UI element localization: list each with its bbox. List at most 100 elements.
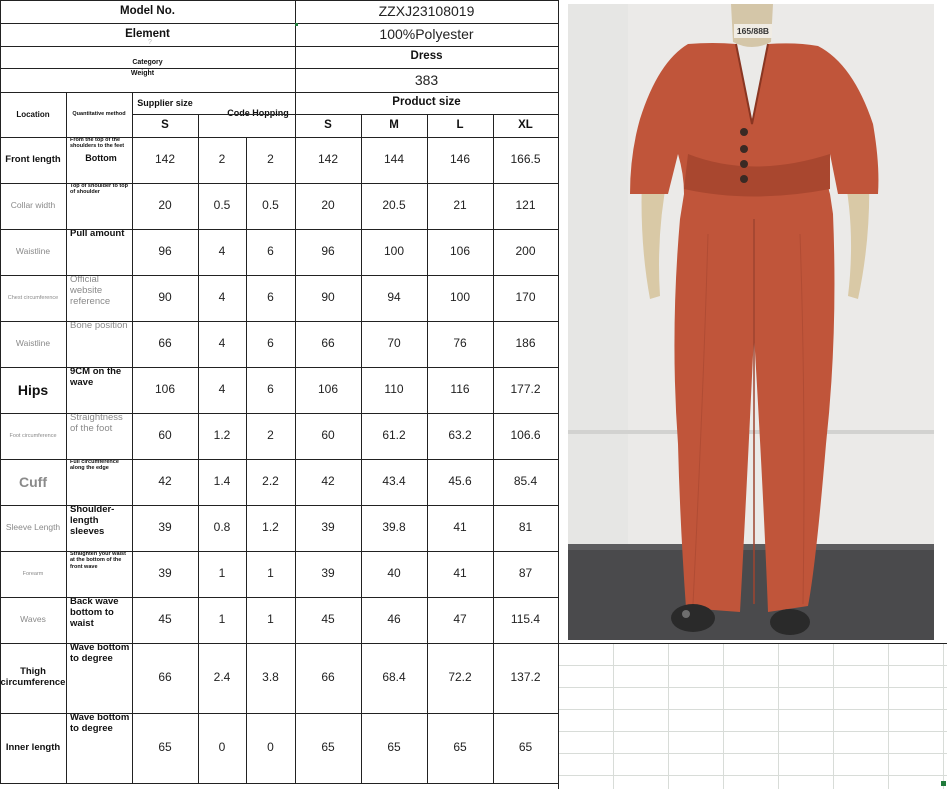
- location-cell[interactable]: Waistline: [0, 229, 66, 275]
- product-xl-cell[interactable]: 121: [493, 183, 558, 229]
- product-l-cell[interactable]: 72.2: [427, 643, 493, 713]
- product-s-cell[interactable]: 60: [295, 413, 361, 459]
- code-hop-2-cell[interactable]: 1.2: [246, 505, 295, 551]
- product-s-cell[interactable]: 66: [295, 643, 361, 713]
- supplier-s-cell[interactable]: 60: [132, 413, 198, 459]
- location-cell[interactable]: Cuff: [0, 459, 66, 505]
- product-m-cell[interactable]: 68.4: [361, 643, 427, 713]
- code-hop-1-cell[interactable]: 2: [198, 137, 246, 183]
- product-s-cell[interactable]: 65: [295, 713, 361, 783]
- product-l-cell[interactable]: 146: [427, 137, 493, 183]
- method-cell[interactable]: From the top of the shoulders to the fee…: [66, 137, 132, 183]
- product-m-cell[interactable]: 110: [361, 367, 427, 413]
- product-s-cell[interactable]: 20: [295, 183, 361, 229]
- code-hop-2-cell[interactable]: 6: [246, 229, 295, 275]
- product-s-cell[interactable]: 90: [295, 275, 361, 321]
- code-hop-2-cell[interactable]: 1: [246, 597, 295, 643]
- code-hop-2-cell[interactable]: 0: [246, 713, 295, 783]
- code-hop-1-cell[interactable]: 4: [198, 275, 246, 321]
- product-m-cell[interactable]: 70: [361, 321, 427, 367]
- code-hop-2-cell[interactable]: 3.8: [246, 643, 295, 713]
- product-l-cell[interactable]: 100: [427, 275, 493, 321]
- product-m-cell[interactable]: 65: [361, 713, 427, 783]
- product-xl-cell[interactable]: 87: [493, 551, 558, 597]
- method-cell[interactable]: Bone position: [66, 321, 132, 367]
- code-hop-1-cell[interactable]: 0: [198, 713, 246, 783]
- location-cell[interactable]: Foot circumference: [0, 413, 66, 459]
- location-cell[interactable]: Hips: [0, 367, 66, 413]
- product-s-cell[interactable]: 42: [295, 459, 361, 505]
- code-hop-1-cell[interactable]: 1.2: [198, 413, 246, 459]
- product-s-cell[interactable]: 96: [295, 229, 361, 275]
- code-hop-2-cell[interactable]: 1: [246, 551, 295, 597]
- code-hop-1-cell[interactable]: 1: [198, 597, 246, 643]
- code-hop-1-cell[interactable]: 0.5: [198, 183, 246, 229]
- product-l-cell[interactable]: 63.2: [427, 413, 493, 459]
- supplier-s-cell[interactable]: 39: [132, 551, 198, 597]
- supplier-s-cell[interactable]: 66: [132, 643, 198, 713]
- product-m-cell[interactable]: 46: [361, 597, 427, 643]
- supplier-s-cell[interactable]: 96: [132, 229, 198, 275]
- product-xl-cell[interactable]: 200: [493, 229, 558, 275]
- method-cell[interactable]: Top of shoulder to top of shoulder: [66, 183, 132, 229]
- code-hop-2-cell[interactable]: 6: [246, 367, 295, 413]
- product-xl-cell[interactable]: 85.4: [493, 459, 558, 505]
- code-hop-1-cell[interactable]: 1: [198, 551, 246, 597]
- method-cell[interactable]: Straightness of the foot: [66, 413, 132, 459]
- product-s-cell[interactable]: 45: [295, 597, 361, 643]
- code-hop-2-cell[interactable]: 2: [246, 413, 295, 459]
- product-l-cell[interactable]: 65: [427, 713, 493, 783]
- product-s-cell[interactable]: 39: [295, 551, 361, 597]
- method-cell[interactable]: Wave bottom to degree: [66, 643, 132, 713]
- code-hop-1-cell[interactable]: 2.4: [198, 643, 246, 713]
- element-value[interactable]: 100%Polyester: [295, 23, 558, 46]
- product-l-cell[interactable]: 41: [427, 551, 493, 597]
- product-xl-cell[interactable]: 186: [493, 321, 558, 367]
- product-l-cell[interactable]: 41: [427, 505, 493, 551]
- code-hop-1-cell[interactable]: 0.8: [198, 505, 246, 551]
- supplier-s-cell[interactable]: 90: [132, 275, 198, 321]
- code-hop-2-cell[interactable]: 2.2: [246, 459, 295, 505]
- product-m-cell[interactable]: 61.2: [361, 413, 427, 459]
- product-m-cell[interactable]: 39.8: [361, 505, 427, 551]
- location-cell[interactable]: Waves: [0, 597, 66, 643]
- supplier-s-cell[interactable]: 42: [132, 459, 198, 505]
- method-cell[interactable]: Pull amount: [66, 229, 132, 275]
- product-m-cell[interactable]: 43.4: [361, 459, 427, 505]
- product-m-cell[interactable]: 40: [361, 551, 427, 597]
- supplier-s-cell[interactable]: 106: [132, 367, 198, 413]
- code-hop-2-cell[interactable]: 6: [246, 321, 295, 367]
- product-l-cell[interactable]: 116: [427, 367, 493, 413]
- product-m-cell[interactable]: 94: [361, 275, 427, 321]
- method-cell[interactable]: Back wave bottom to waist: [66, 597, 132, 643]
- code-hop-1-cell[interactable]: 4: [198, 229, 246, 275]
- product-m-cell[interactable]: 100: [361, 229, 427, 275]
- product-l-cell[interactable]: 76: [427, 321, 493, 367]
- product-xl-cell[interactable]: 65: [493, 713, 558, 783]
- product-xl-cell[interactable]: 177.2: [493, 367, 558, 413]
- method-cell[interactable]: Wave bottom to degree: [66, 713, 132, 783]
- location-cell[interactable]: Forearm: [0, 551, 66, 597]
- supplier-s-cell[interactable]: 66: [132, 321, 198, 367]
- supplier-s-cell[interactable]: 65: [132, 713, 198, 783]
- product-l-cell[interactable]: 45.6: [427, 459, 493, 505]
- location-cell[interactable]: Sleeve Length: [0, 505, 66, 551]
- location-cell[interactable]: Inner length: [0, 713, 66, 783]
- location-cell[interactable]: Thigh circumference: [0, 643, 66, 713]
- model-value[interactable]: ZZXJ23108019: [295, 0, 558, 23]
- product-l-cell[interactable]: 47: [427, 597, 493, 643]
- supplier-s-cell[interactable]: 142: [132, 137, 198, 183]
- code-hop-2-cell[interactable]: 2: [246, 137, 295, 183]
- location-cell[interactable]: Waistline: [0, 321, 66, 367]
- supplier-s-cell[interactable]: 45: [132, 597, 198, 643]
- code-hop-2-cell[interactable]: 6: [246, 275, 295, 321]
- product-s-cell[interactable]: 106: [295, 367, 361, 413]
- product-xl-cell[interactable]: 170: [493, 275, 558, 321]
- product-s-cell[interactable]: 142: [295, 137, 361, 183]
- code-hop-1-cell[interactable]: 4: [198, 321, 246, 367]
- code-hop-1-cell[interactable]: 1.4: [198, 459, 246, 505]
- product-xl-cell[interactable]: 81: [493, 505, 558, 551]
- product-m-cell[interactable]: 20.5: [361, 183, 427, 229]
- product-s-cell[interactable]: 39: [295, 505, 361, 551]
- product-xl-cell[interactable]: 106.6: [493, 413, 558, 459]
